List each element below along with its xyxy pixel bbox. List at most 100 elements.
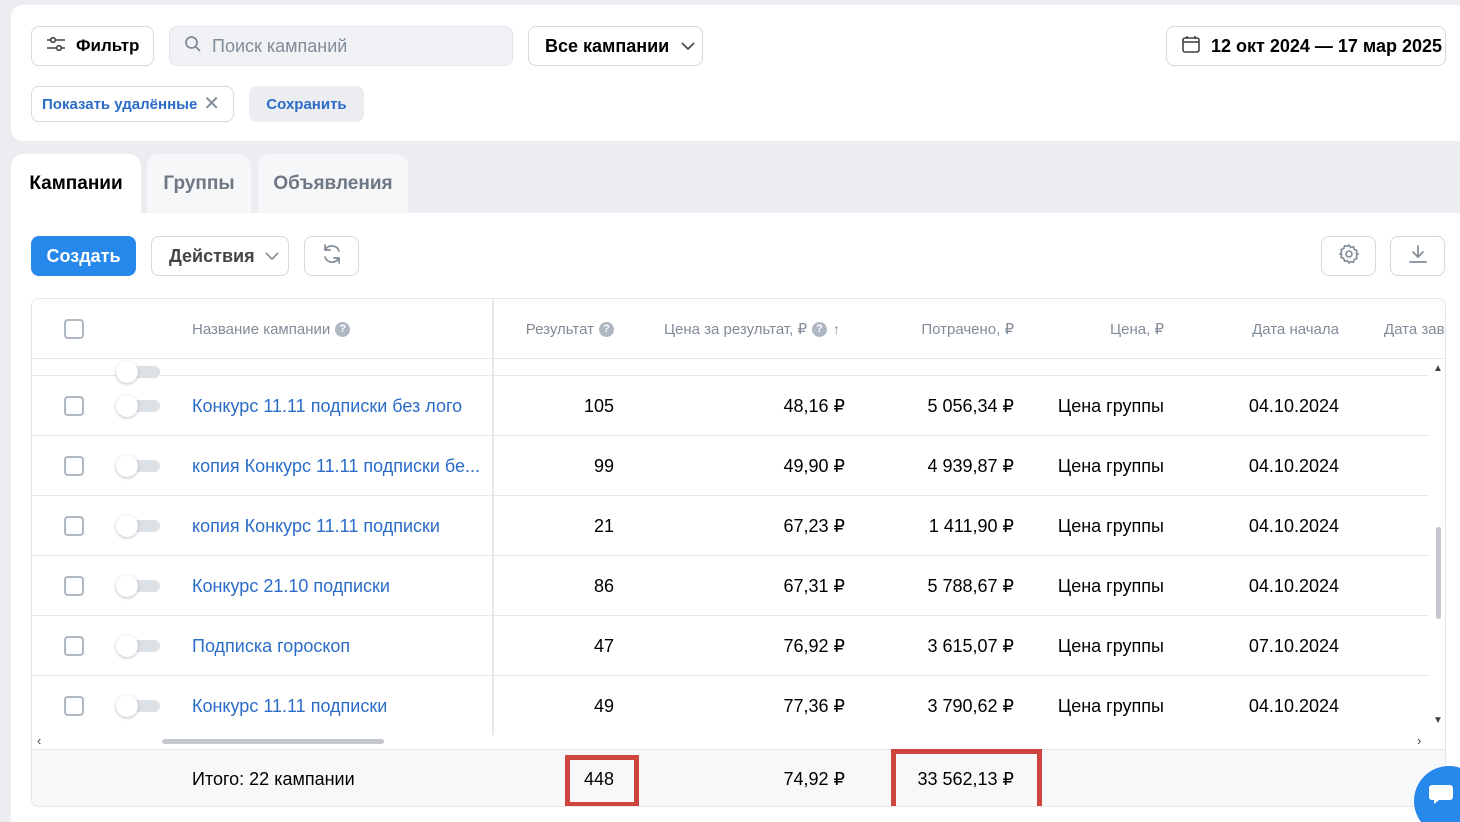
row-checkbox[interactable] — [64, 636, 84, 656]
campaign-toggle[interactable] — [116, 695, 160, 717]
campaign-toggle[interactable] — [116, 635, 160, 657]
campaign-name-link[interactable]: Конкурс 11.11 подписки без лого — [192, 376, 462, 436]
scroll-right-icon[interactable]: › — [1417, 733, 1421, 748]
price-cell: Цена группы — [1057, 575, 1164, 596]
result-cell: 21 — [593, 515, 614, 536]
column-spent-header[interactable]: Потрачено, ₽ — [872, 299, 1014, 359]
tab-ads[interactable]: Объявления — [258, 154, 408, 213]
sticky-column-divider — [492, 299, 494, 735]
price-result-cell: 67,23 ₽ — [783, 515, 846, 536]
campaign-name-link[interactable]: копия Конкурс 11.11 подписки — [192, 496, 440, 556]
column-end-date-header[interactable]: Дата зав — [1384, 299, 1445, 359]
row-checkbox[interactable] — [64, 516, 84, 536]
campaigns-select[interactable]: Все кампании — [528, 26, 703, 66]
start-date-cell: 07.10.2024 — [1248, 635, 1339, 656]
scroll-down-icon[interactable]: ▼ — [1433, 715, 1443, 726]
chat-icon — [1428, 782, 1460, 815]
help-icon[interactable]: ? — [335, 321, 351, 337]
column-start-date-header[interactable]: Дата начала — [1192, 299, 1339, 359]
search-field[interactable] — [169, 26, 513, 66]
result-cell: 49 — [593, 695, 614, 716]
column-price-header[interactable]: Цена, ₽ — [1032, 299, 1164, 359]
totals-price-result: 74,92 ₽ — [783, 769, 846, 789]
table-row[interactable]: Подписка гороскоп 47 76,92 ₽ 3 615,07 ₽ … — [32, 616, 1429, 676]
calendar-icon — [1181, 34, 1201, 59]
date-range-value: 12 окт 2024 — 17 мар 2025 — [1211, 35, 1443, 56]
show-deleted-label: Показать удалённые — [42, 95, 198, 113]
table-header: Название кампании ? Результат ? Цена за … — [32, 299, 1445, 359]
select-all-checkbox[interactable] — [64, 319, 84, 339]
save-filter-label: Сохранить — [266, 95, 347, 113]
result-highlight-box — [565, 755, 639, 806]
table-row[interactable]: копия Конкурс 11.11 подписки 21 67,23 ₽ … — [32, 496, 1429, 556]
row-checkbox[interactable] — [64, 396, 84, 416]
campaign-toggle[interactable] — [116, 575, 160, 597]
spent-cell: 4 939,87 ₽ — [927, 455, 1014, 476]
row-checkbox[interactable] — [64, 576, 84, 596]
column-result-label: Результат — [525, 320, 594, 338]
campaign-toggle[interactable] — [116, 515, 160, 537]
table-row[interactable]: Конкурс 11.11 подписки 49 77,36 ₽ 3 790,… — [32, 676, 1429, 735]
refresh-icon — [320, 242, 344, 271]
start-date-cell: 04.10.2024 — [1248, 695, 1339, 716]
row-checkbox[interactable] — [64, 456, 84, 476]
help-icon[interactable]: ? — [812, 321, 827, 337]
totals-label: Итого: 22 кампании — [192, 769, 355, 789]
column-name-label: Название кампании — [192, 320, 331, 338]
spent-highlight-box — [891, 749, 1042, 806]
price-result-cell: 48,16 ₽ — [783, 395, 846, 416]
help-icon[interactable]: ? — [599, 321, 614, 337]
gear-icon — [1338, 243, 1360, 270]
column-start-date-label: Дата начала — [1252, 320, 1339, 338]
horizontal-scroll-thumb[interactable] — [162, 739, 384, 744]
campaign-name-link[interactable]: Конкурс 21.10 подписки — [192, 556, 390, 616]
search-icon — [184, 35, 202, 58]
campaign-toggle[interactable] — [116, 395, 160, 417]
horizontal-scrollbar[interactable]: ‹ › — [32, 733, 1429, 749]
sliders-icon — [46, 36, 66, 57]
create-button[interactable]: Создать — [31, 236, 136, 276]
campaign-name-link[interactable]: Конкурс 11.11 подписки — [192, 676, 387, 735]
tab-groups[interactable]: Группы — [147, 154, 251, 213]
spent-cell: 5 056,34 ₽ — [927, 395, 1014, 416]
scroll-up-icon[interactable]: ▲ — [1433, 363, 1443, 374]
campaign-toggle[interactable] — [116, 455, 160, 477]
price-result-cell: 77,36 ₽ — [783, 695, 846, 716]
vertical-scroll-thumb[interactable] — [1436, 527, 1441, 619]
download-button[interactable] — [1390, 236, 1445, 276]
start-date-cell: 04.10.2024 — [1248, 455, 1339, 476]
actions-dropdown-label: Действия — [169, 245, 255, 266]
search-input[interactable] — [212, 35, 492, 57]
column-price-result-header[interactable]: Цена за результат, ₽ ? ↑ — [632, 299, 840, 359]
chevron-down-icon — [265, 247, 279, 265]
table-row[interactable]: копия Конкурс 11.11 подписки бе... 99 49… — [32, 436, 1429, 496]
result-cell: 47 — [593, 635, 614, 656]
price-cell: Цена группы — [1057, 635, 1164, 656]
scroll-left-icon[interactable]: ‹ — [37, 733, 41, 748]
table-totals-row: Итого: 22 кампании 448 74,92 ₽ 33 562,13… — [32, 749, 1445, 806]
column-result-header[interactable]: Результат ? — [502, 299, 614, 359]
table-row[interactable]: Конкурс 11.11 подписки без лого 105 48,1… — [32, 376, 1429, 436]
price-cell: Цена группы — [1057, 695, 1164, 716]
campaign-name-link[interactable]: Подписка гороскоп — [192, 616, 350, 676]
column-name-header[interactable]: Название кампании ? — [192, 299, 351, 359]
column-price-result-label: Цена за результат, ₽ — [663, 321, 807, 338]
download-icon — [1407, 243, 1429, 270]
show-deleted-chip[interactable]: Показать удалённые ✕ — [31, 86, 234, 122]
campaign-name-link[interactable]: копия Конкурс 11.11 подписки бе... — [192, 436, 480, 496]
date-range-picker[interactable]: 12 окт 2024 — 17 мар 2025 — [1166, 26, 1446, 66]
close-icon[interactable]: ✕ — [203, 94, 220, 114]
price-result-cell: 67,31 ₽ — [783, 575, 846, 596]
actions-dropdown[interactable]: Действия — [151, 236, 289, 276]
spent-cell: 1 411,90 ₽ — [928, 515, 1014, 536]
refresh-button[interactable] — [304, 236, 359, 276]
vertical-scrollbar[interactable]: ▲ ▼ — [1429, 359, 1445, 735]
tab-campaigns[interactable]: Кампании — [11, 154, 141, 213]
save-filter-button[interactable]: Сохранить — [249, 86, 364, 122]
filter-button[interactable]: Фильтр — [31, 26, 154, 66]
row-checkbox[interactable] — [64, 696, 84, 716]
start-date-cell: 04.10.2024 — [1248, 515, 1339, 536]
start-date-cell: 04.10.2024 — [1248, 395, 1339, 416]
table-row[interactable]: Конкурс 21.10 подписки 86 67,31 ₽ 5 788,… — [32, 556, 1429, 616]
table-settings-button[interactable] — [1321, 236, 1376, 276]
